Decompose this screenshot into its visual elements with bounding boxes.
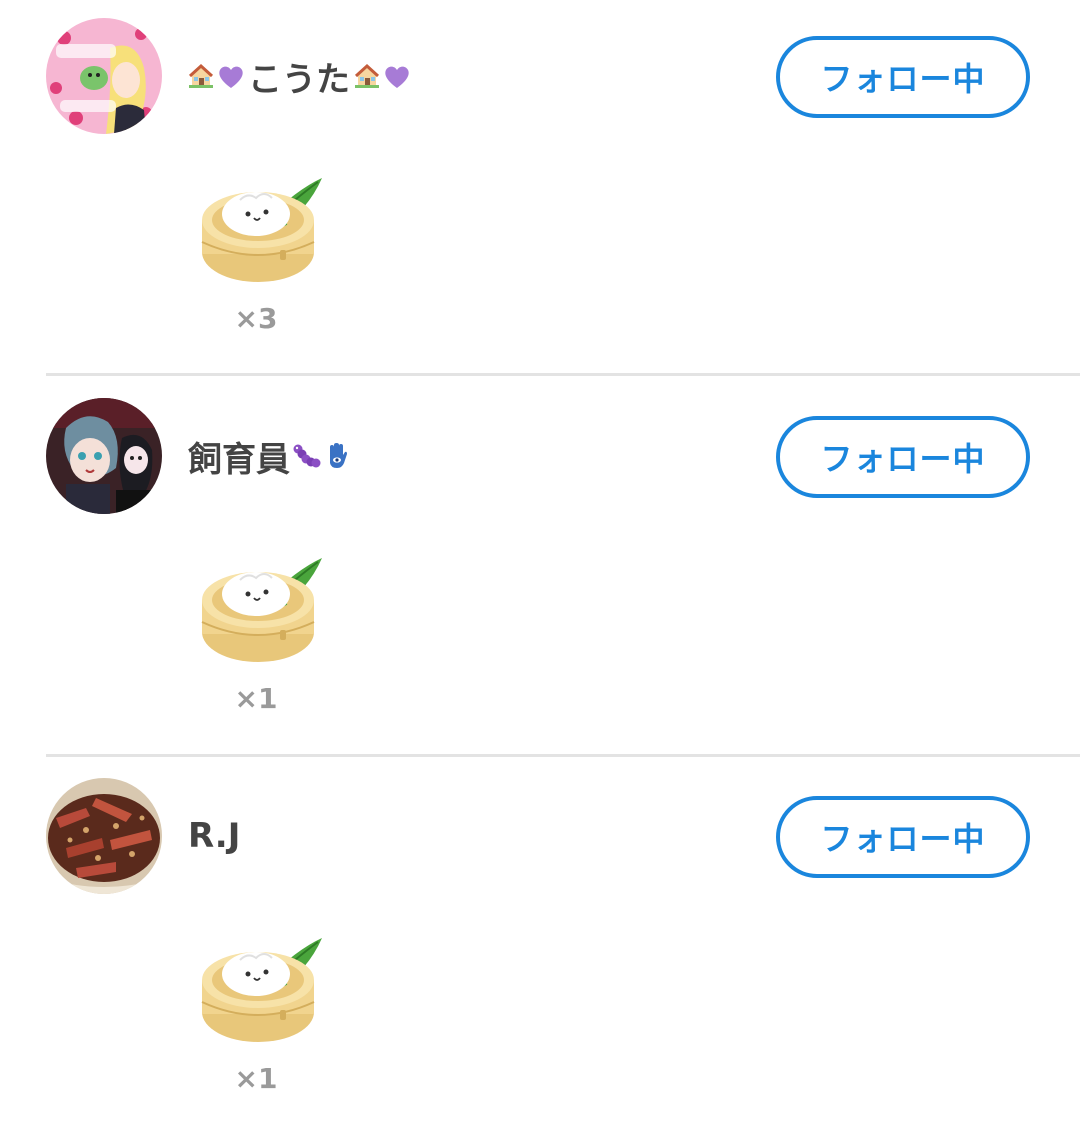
gift-count: ×1 <box>234 682 278 715</box>
steamed-bun-gift-icon <box>196 930 326 1050</box>
avatar[interactable] <box>46 398 162 514</box>
purple-heart-icon <box>382 61 412 91</box>
caterpillar-icon <box>292 441 322 471</box>
user-name[interactable]: こうた <box>186 56 412 100</box>
purple-heart-icon <box>216 61 246 91</box>
divider <box>46 754 1080 757</box>
gift-count: ×3 <box>234 302 278 335</box>
user-name[interactable]: 飼育員 <box>186 436 352 480</box>
avatar[interactable] <box>46 18 162 134</box>
steamed-bun-gift-icon <box>196 550 326 670</box>
gift-count: ×1 <box>234 1062 278 1095</box>
list-item: R.J フォロー中 ×1 <box>0 760 1080 1140</box>
user-name[interactable]: R.J <box>186 816 242 856</box>
list-item: 飼育員 フォロー中 ×1 <box>0 380 1080 760</box>
house-with-garden-icon <box>352 61 382 91</box>
divider <box>46 373 1080 376</box>
avatar[interactable] <box>46 778 162 894</box>
hamsa-icon <box>322 441 352 471</box>
following-button[interactable]: フォロー中 <box>776 796 1030 878</box>
list-item: こうた フォロー中 ×3 <box>0 0 1080 380</box>
following-button[interactable]: フォロー中 <box>776 36 1030 118</box>
following-button[interactable]: フォロー中 <box>776 416 1030 498</box>
steamed-bun-gift-icon <box>196 170 326 290</box>
house-with-garden-icon <box>186 61 216 91</box>
